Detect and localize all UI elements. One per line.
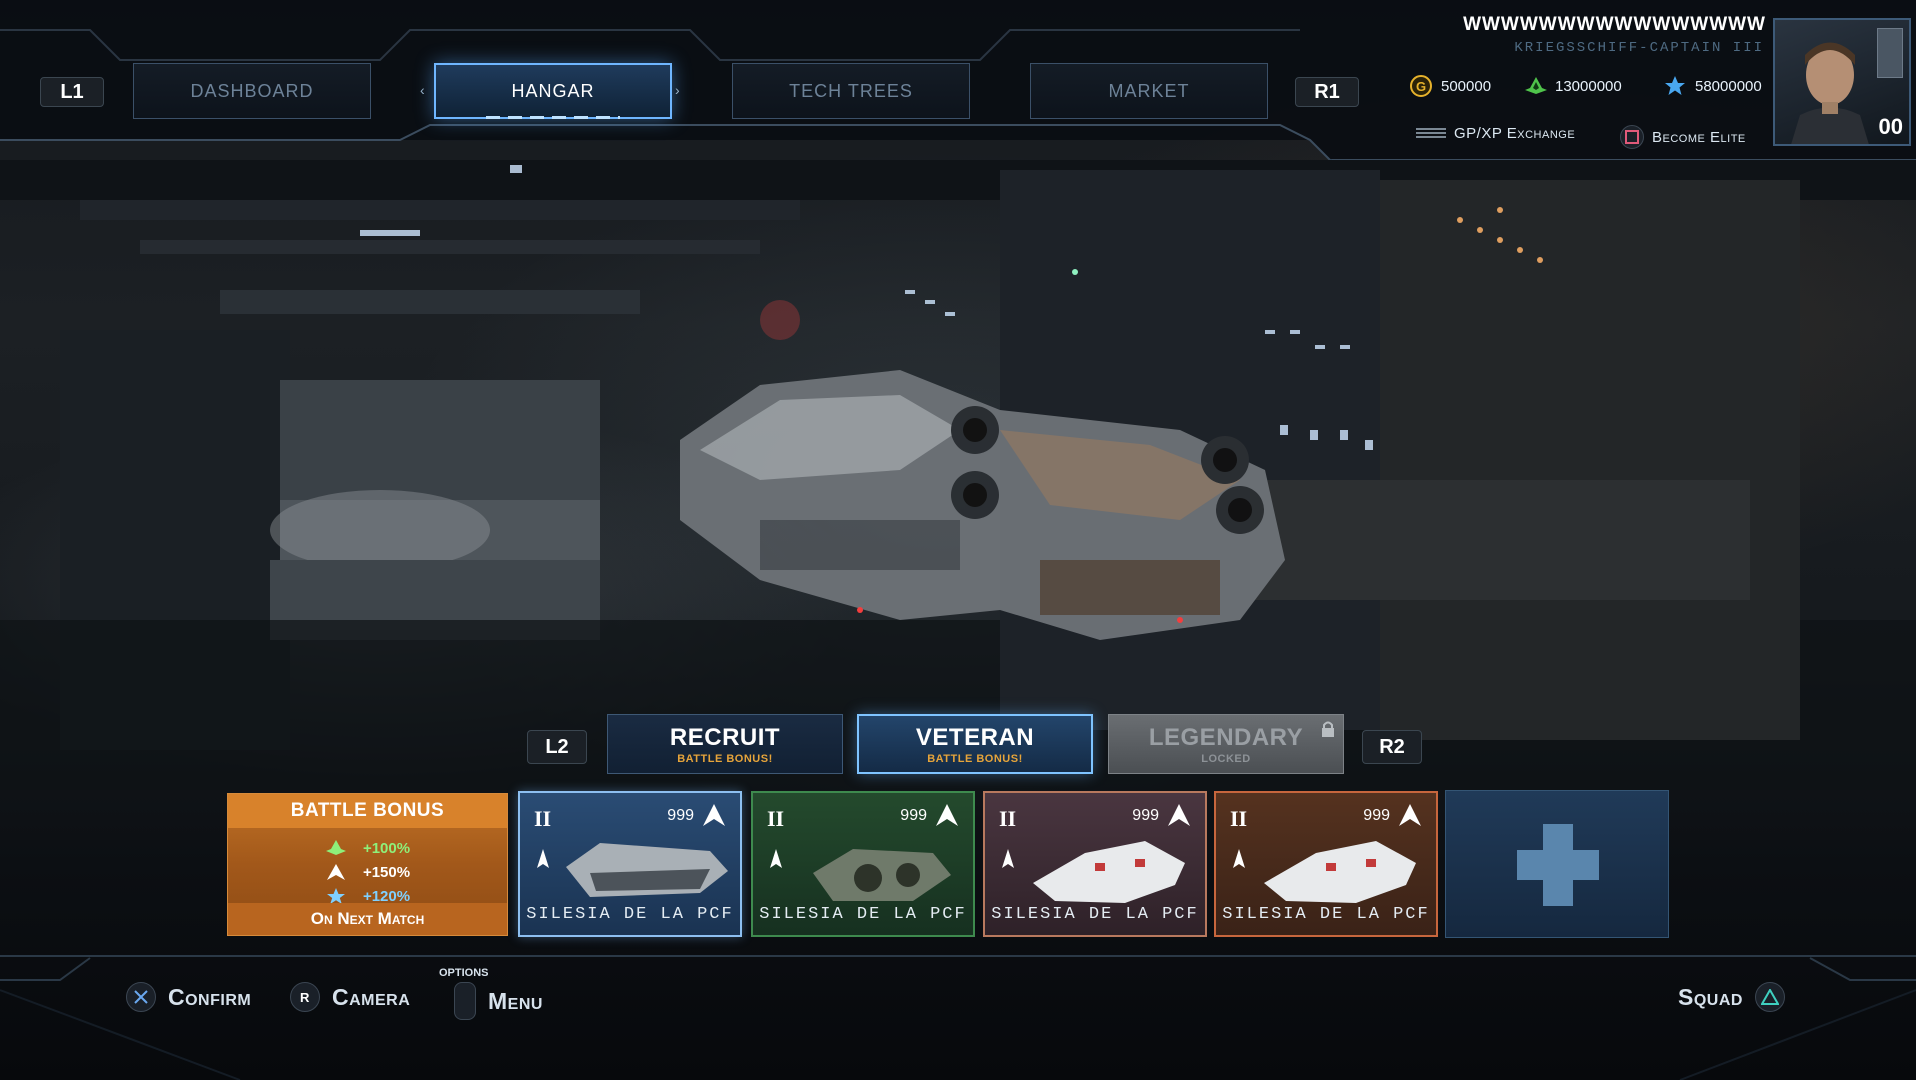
player-panel: WWWWWWWWWWWWWWWW KRIEGSSCHIFF-CAPTAIN II…: [1330, 0, 1916, 165]
camera-label: Camera: [332, 983, 411, 1010]
green-emblem-icon: [1523, 74, 1547, 98]
hint-camera[interactable]: R Camera: [290, 982, 410, 1012]
ship-thumbnail: [1264, 841, 1416, 903]
tab-next-arrow-icon[interactable]: ›: [675, 82, 680, 98]
squad-label: Squad: [1678, 983, 1743, 1010]
gp-xp-exchange-link[interactable]: GP/XP Exchange: [1416, 125, 1575, 142]
battle-bonus-title: BATTLE BONUS: [228, 794, 507, 828]
ship-name: SILESIA DE LA PCF: [991, 905, 1199, 924]
tab-market[interactable]: MARKET: [1030, 63, 1268, 119]
ship-name: SILESIA DE LA PCF: [526, 905, 734, 924]
rank-insignia-icon: [1877, 28, 1903, 78]
cross-button-icon: [126, 982, 156, 1012]
tier-veteran-subtitle: BATTLE BONUS!: [927, 752, 1023, 765]
tier-tab-recruit[interactable]: RECRUIT BATTLE BONUS!: [607, 714, 843, 774]
ship-tier-label: II: [999, 806, 1017, 831]
ship-thumbnail: [813, 849, 951, 901]
bonus-row-green: +100%: [228, 836, 507, 860]
ship-thumbnail: [1033, 841, 1185, 903]
bonus-rank-value: +150%: [362, 863, 411, 881]
ship-slot-icon: [1002, 849, 1014, 868]
triangle-button-icon: [1754, 982, 1785, 1012]
battle-bonus-footer: On Next Match: [228, 903, 507, 935]
hint-squad[interactable]: Squad: [1678, 982, 1785, 1012]
lock-icon: [1322, 721, 1334, 737]
r2-trigger-badge[interactable]: R2: [1362, 730, 1422, 764]
ship-card-1[interactable]: II 999 SILESIA DE LA PCF: [518, 791, 742, 937]
tier-veteran-title: VETERAN: [915, 723, 1035, 751]
camera-button-letter: R: [300, 989, 310, 1005]
bottom-bar-frame: [0, 955, 1916, 1080]
ship-slot-icon: [537, 849, 549, 868]
rank-chevron-icon: [326, 864, 345, 880]
l2-trigger-badge[interactable]: L2: [527, 730, 587, 764]
currency-green: 13000000: [1523, 74, 1622, 98]
confirm-label: Confirm: [168, 983, 252, 1010]
gold-value: 500000: [1441, 77, 1492, 95]
ship-tier-label: II: [767, 806, 785, 831]
tab-hangar[interactable]: HANGAR: [434, 63, 672, 119]
currency-star: 58000000: [1663, 74, 1762, 98]
square-button-icon: [1620, 125, 1644, 149]
tier-recruit-subtitle: BATTLE BONUS!: [677, 752, 773, 765]
ship-tier-label: II: [1230, 806, 1248, 831]
l1-bumper-badge[interactable]: L1: [40, 77, 104, 107]
hint-confirm[interactable]: Confirm: [126, 982, 251, 1012]
green-value: 13000000: [1555, 77, 1622, 95]
player-avatar[interactable]: 00: [1773, 18, 1911, 146]
ship-card-2[interactable]: II 999 SILESIA DE LA PCF: [751, 791, 975, 937]
options-button-icon: [454, 982, 476, 1020]
plus-icon: [1517, 824, 1599, 906]
ship-slot-icon: [770, 849, 782, 868]
blue-star-icon: [1663, 74, 1687, 98]
currency-gold: G 500000: [1409, 74, 1491, 98]
player-level: 00: [1878, 114, 1903, 139]
tier-tab-veteran[interactable]: VETERAN BATTLE BONUS!: [857, 714, 1093, 774]
tier-recruit-title: RECRUIT: [669, 723, 781, 751]
tab-dashboard[interactable]: DASHBOARD: [133, 63, 371, 119]
add-ship-button[interactable]: [1445, 790, 1669, 938]
bonus-green-value: +100%: [362, 839, 411, 857]
hint-menu[interactable]: Menu: [454, 982, 543, 1020]
become-elite-link[interactable]: Become Elite: [1620, 125, 1746, 149]
ship-name: SILESIA DE LA PCF: [1222, 905, 1430, 924]
ship-card-3[interactable]: II 999 SILESIA DE LA PCF: [983, 791, 1207, 937]
elite-label: Become Elite: [1652, 128, 1746, 146]
bonus-row-rank: +150%: [228, 860, 507, 884]
ship-slot-icon: [1233, 849, 1245, 868]
exchange-bars-icon: [1416, 127, 1446, 140]
tier-tab-legendary[interactable]: LEGENDARY LOCKED: [1108, 714, 1344, 774]
player-rank-title: KRIEGSSCHIFF-CAPTAIN III: [1514, 40, 1764, 56]
ship-name: SILESIA DE LA PCF: [759, 905, 967, 924]
svg-text:G: G: [1416, 79, 1426, 94]
battle-bonus-panel: BATTLE BONUS +100% +150% +120% On Next M…: [227, 793, 508, 936]
tab-prev-arrow-icon[interactable]: ‹: [420, 82, 425, 98]
tab-tech-trees[interactable]: TECH TREES: [732, 63, 970, 119]
ship-thumbnail: [566, 843, 728, 897]
green-emblem-icon: [325, 840, 346, 855]
bonus-star-value: +120%: [362, 887, 411, 905]
gold-coin-icon: G: [1409, 74, 1433, 98]
player-name: WWWWWWWWWWWWWWWW: [1463, 14, 1766, 35]
exchange-label: GP/XP Exchange: [1454, 125, 1576, 142]
ship-card-4[interactable]: II 999 SILESIA DE LA PCF: [1214, 791, 1438, 937]
options-caption: OPTIONS: [439, 967, 489, 979]
menu-label: Menu: [488, 987, 543, 1014]
r-stick-icon: R: [290, 982, 320, 1012]
tier-legendary-title: LEGENDARY: [1148, 723, 1304, 751]
ship-tier-label: II: [534, 806, 552, 831]
star-value: 58000000: [1695, 77, 1762, 95]
tier-legendary-subtitle: LOCKED: [1201, 752, 1251, 765]
